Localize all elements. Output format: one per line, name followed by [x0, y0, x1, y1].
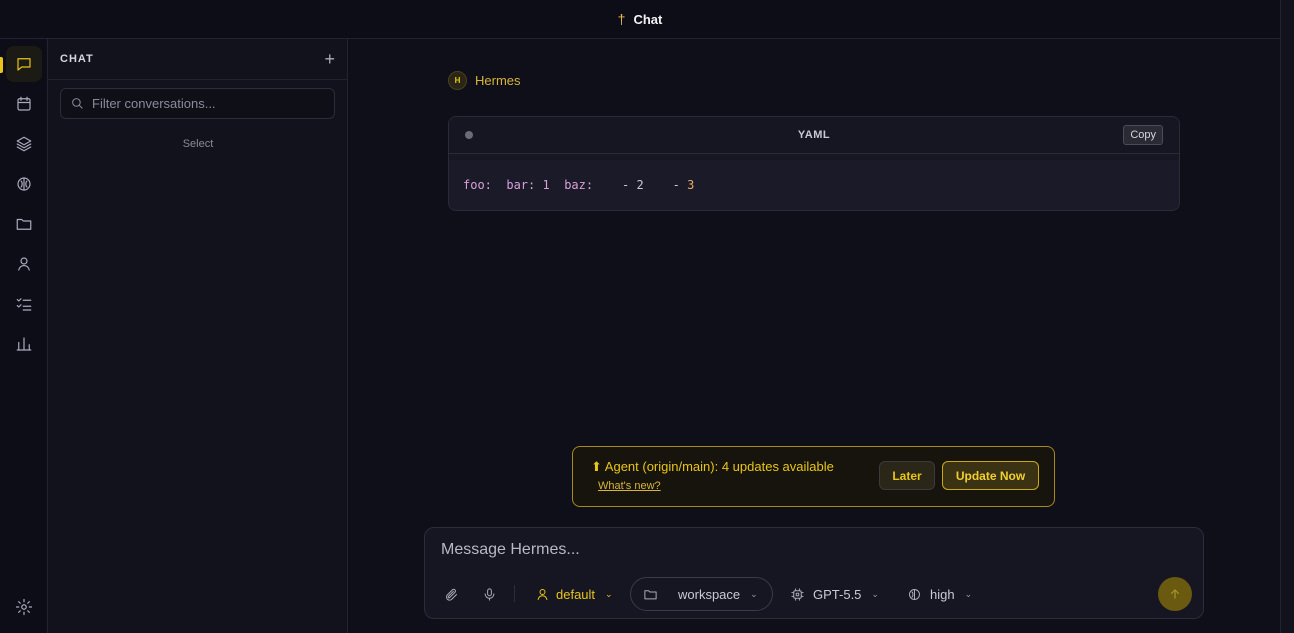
copy-button[interactable]: Copy [1123, 125, 1163, 145]
user-icon [537, 588, 548, 600]
code-block: YAML Copy foo: bar: 1 baz: - 2 - 3 [448, 116, 1180, 211]
conversation-sidebar: CHAT + Select [48, 39, 348, 633]
title-wrap: † Chat [618, 11, 663, 27]
checklist-icon [16, 298, 32, 311]
workspace-label: workspace [678, 586, 741, 602]
paperclip-icon [446, 588, 457, 601]
rail-brain-button[interactable] [6, 166, 42, 202]
chevron-down-icon: ⌄ [605, 588, 613, 599]
rail-calendar-button[interactable] [6, 86, 42, 122]
code-body: foo: bar: 1 baz: - 2 - 3 [449, 160, 1179, 210]
icon-rail [0, 39, 48, 633]
rail-user-button[interactable] [6, 246, 42, 282]
rail-tasks-button[interactable] [6, 286, 42, 322]
effort-select[interactable]: high ⌄ [907, 584, 972, 604]
filter-box[interactable] [60, 88, 335, 119]
workspace-select[interactable]: workspace ⌄ [643, 584, 758, 604]
update-now-button[interactable]: Update Now [942, 461, 1039, 490]
code-header: YAML Copy [449, 117, 1179, 154]
window-dot-icon [465, 131, 473, 139]
rail-analytics-button[interactable] [6, 326, 42, 362]
message-input[interactable] [441, 541, 1141, 559]
arrow-up-icon [1170, 589, 1180, 599]
attach-button[interactable] [444, 584, 459, 604]
sidebar-title: CHAT [60, 53, 94, 65]
calendar-icon [17, 96, 31, 111]
chevron-down-icon: ⌄ [750, 588, 758, 599]
chevron-down-icon: ⌄ [964, 588, 973, 599]
filter-input[interactable] [92, 96, 322, 111]
folder-icon [16, 218, 32, 230]
cpu-icon [791, 587, 804, 601]
scrollbar-track[interactable] [1280, 0, 1294, 633]
code-token: foo: [463, 178, 492, 192]
microphone-icon [484, 587, 495, 601]
chevron-down-icon: ⌄ [871, 588, 879, 599]
code-token: 2 [636, 178, 644, 192]
gear-icon [15, 598, 33, 616]
code-language: YAML [797, 129, 831, 141]
profile-select[interactable]: default ⌄ [535, 584, 613, 604]
avatar: H [448, 71, 467, 90]
update-banner: ⬆ Agent (origin/main): 4 updates availab… [572, 446, 1055, 507]
code-token: 1 [542, 178, 550, 192]
chat-main: H Hermes YAML Copy foo: bar: 1 baz: - 2 … [348, 39, 1280, 633]
profile-label: default [556, 586, 596, 602]
code-token: - [672, 178, 680, 192]
search-icon [72, 98, 83, 109]
later-button[interactable]: Later [879, 461, 935, 490]
code-token: baz: [564, 178, 594, 192]
chart-icon [16, 337, 32, 351]
chat-icon [17, 58, 31, 71]
rail-folder-button[interactable] [6, 206, 42, 242]
rail-layers-button[interactable] [6, 126, 42, 162]
top-bar: † Chat [0, 0, 1280, 39]
new-conversation-button[interactable]: + [324, 50, 335, 68]
sidebar-header: CHAT + [48, 39, 347, 80]
cross-icon: † [617, 11, 626, 27]
user-icon [18, 257, 30, 271]
model-label: GPT-5.5 [813, 586, 862, 602]
folder-icon [644, 589, 657, 599]
author-name: Hermes [475, 73, 521, 88]
effort-label: high [930, 586, 955, 602]
rail-settings-button[interactable] [6, 589, 42, 625]
rail-chat-button[interactable] [6, 46, 42, 82]
active-indicator [0, 57, 3, 73]
empty-state-text: Select [182, 138, 214, 150]
code-token: bar: [506, 178, 536, 192]
send-button[interactable] [1158, 577, 1192, 611]
whats-new-link[interactable]: What's new? [598, 480, 661, 492]
toolbar-divider [514, 585, 515, 602]
voice-button[interactable] [482, 584, 497, 604]
code-token: 3 [687, 178, 695, 192]
layers-icon [16, 136, 32, 152]
brain-icon [17, 177, 31, 191]
message-author: H Hermes [448, 71, 521, 90]
message-composer: default ⌄ workspace ⌄ GPT-5.5 ⌄ high ⌄ [424, 527, 1204, 619]
page-title: Chat [633, 11, 663, 27]
update-text: ⬆ Agent (origin/main): 4 updates availab… [591, 459, 834, 474]
model-select[interactable]: GPT-5.5 ⌄ [790, 584, 879, 604]
brain-icon [909, 588, 920, 600]
